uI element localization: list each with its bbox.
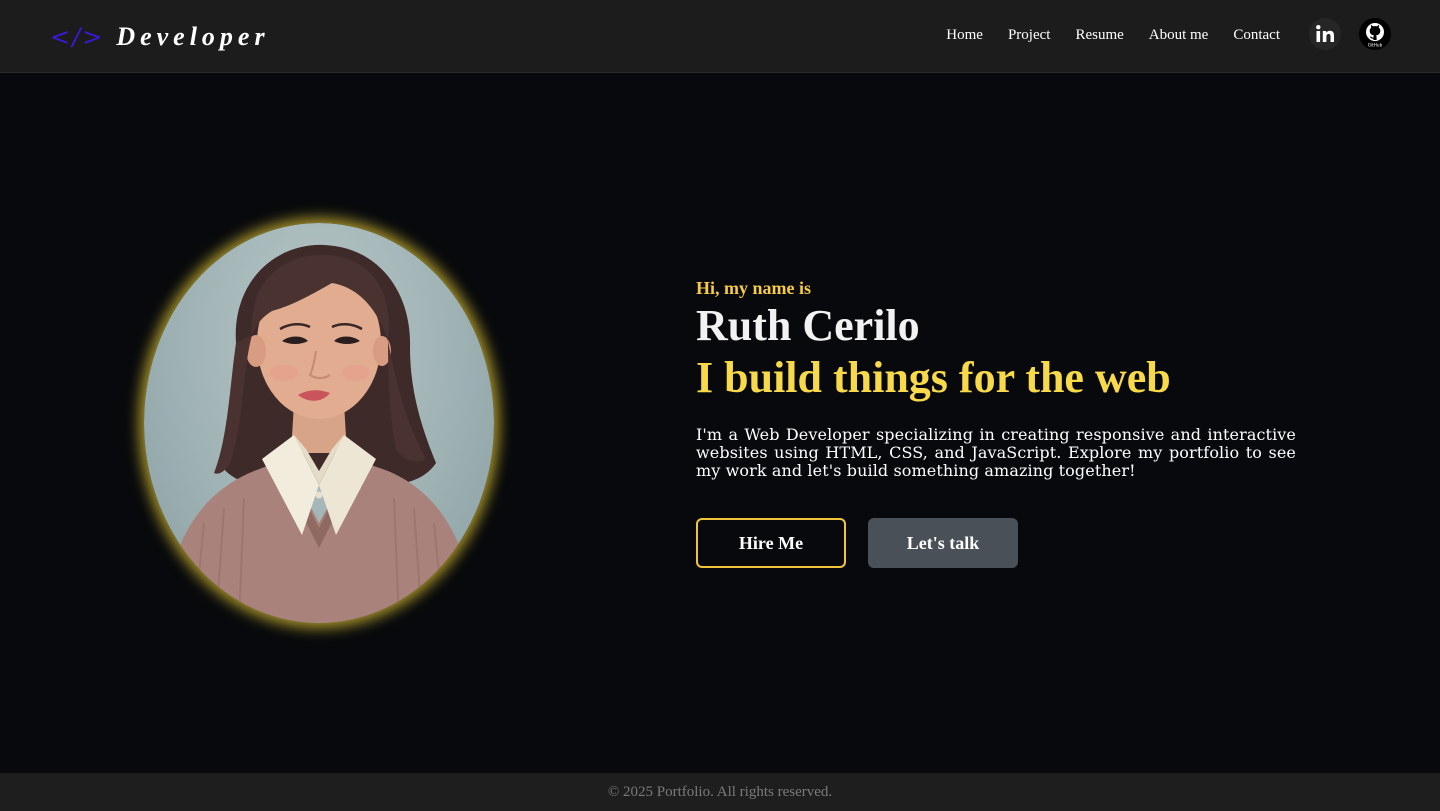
nav-contact-link[interactable]: Contact bbox=[1233, 27, 1280, 44]
nav-links: Home Project Resume About me Contact bbox=[946, 27, 1280, 44]
github-label: GitHub bbox=[1368, 43, 1383, 48]
logo[interactable]: </> Developer bbox=[50, 20, 270, 54]
logo-text: Developer bbox=[116, 22, 270, 51]
intro-block: Hi, my name is Ruth Cerilo I build thing… bbox=[696, 278, 1296, 480]
nav-about-link[interactable]: About me bbox=[1149, 27, 1209, 44]
footer: © 2025 Portfolio. All rights reserved. bbox=[0, 773, 1440, 811]
hero-section: Hi, my name is Ruth Cerilo I build thing… bbox=[0, 73, 1440, 773]
hero-name: Ruth Cerilo bbox=[696, 301, 920, 350]
hire-me-button[interactable]: Hire Me bbox=[696, 518, 846, 568]
logo-code-symbol: </> bbox=[50, 23, 105, 51]
navbar: </> Developer Home Project Resume About … bbox=[0, 0, 1440, 73]
nav-home-link[interactable]: Home bbox=[946, 27, 983, 44]
github-link[interactable]: GitHub bbox=[1359, 18, 1391, 50]
linkedin-link[interactable] bbox=[1309, 18, 1341, 50]
profile-photo bbox=[144, 223, 494, 623]
linkedin-icon bbox=[1316, 25, 1334, 42]
github-icon: GitHub bbox=[1366, 23, 1384, 48]
copyright-text: © 2025 Portfolio. All rights reserved. bbox=[607, 783, 833, 800]
greeting-text: Hi, my name is bbox=[696, 278, 811, 298]
lets-talk-button[interactable]: Let's talk bbox=[868, 518, 1018, 568]
profile-portrait-illustration bbox=[164, 244, 476, 623]
nav-project-link[interactable]: Project bbox=[1008, 27, 1051, 44]
hero-description: I'm a Web Developer specializing in crea… bbox=[696, 425, 1296, 480]
nav-resume-link[interactable]: Resume bbox=[1075, 27, 1123, 44]
hero-tagline: I build things for the web bbox=[696, 353, 1171, 402]
